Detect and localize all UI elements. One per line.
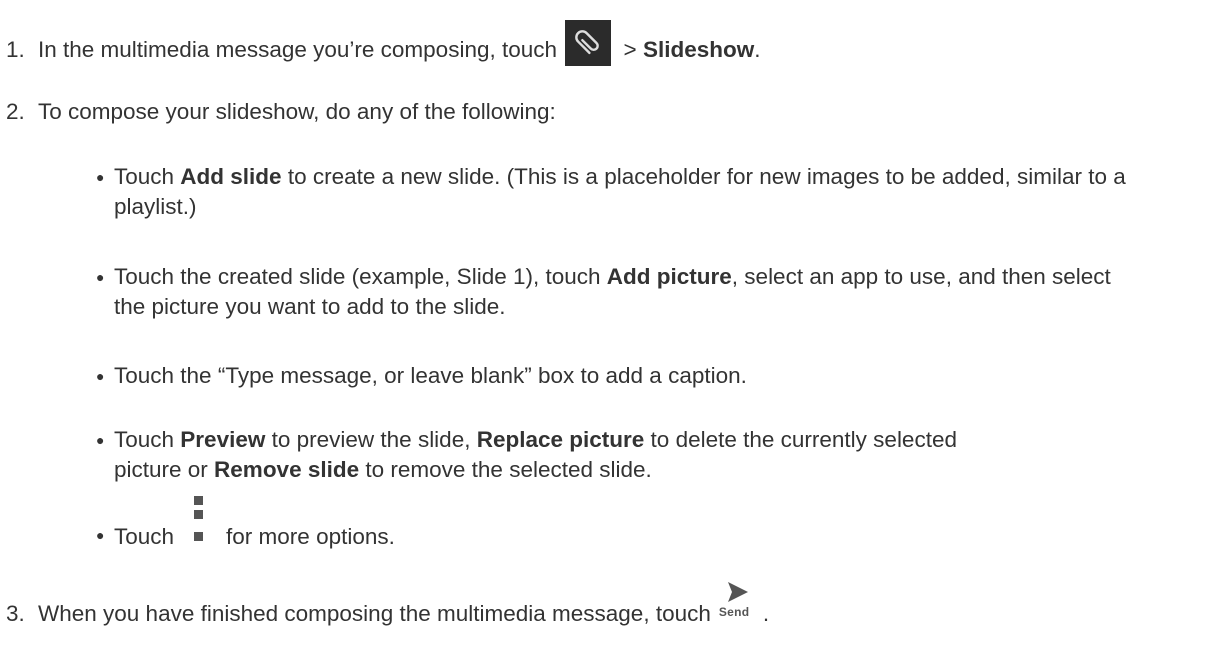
text-segment: Touch (114, 164, 181, 189)
bullet-text: Touch the created slide (example, Slide … (114, 262, 1121, 322)
text-segment: Touch the created slide (example, Slide … (114, 264, 607, 289)
remove-slide-label: Remove slide (214, 457, 360, 482)
replace-picture-label: Replace picture (476, 427, 645, 452)
step-number: 2. (6, 99, 25, 124)
step-end: . (762, 601, 770, 626)
bullet-text: Touch for more options. (114, 488, 1211, 552)
preview-label: Preview (180, 427, 266, 452)
text-segment: to preview the slide, (265, 427, 477, 452)
step-text-separator: > (617, 36, 643, 62)
add-slide-label: Add slide (180, 164, 282, 189)
more-options-dot (194, 496, 204, 505)
bullet-text: Touch Preview to preview the slide, Repl… (114, 425, 1001, 485)
step-text: In the multimedia message you’re composi… (38, 36, 558, 62)
bullet-text: Touch the “Type message, or leave blank”… (114, 363, 747, 388)
bullet-dot: ● (96, 269, 105, 285)
paperclip-icon (565, 20, 612, 66)
add-picture-label: Add picture (606, 264, 732, 289)
step-end: . (754, 36, 761, 62)
more-options-icon (178, 488, 220, 552)
text-segment: Touch (114, 524, 175, 549)
text-segment: Touch (114, 427, 181, 452)
send-icon: Send (717, 580, 761, 628)
text-segment: to remove the selected slide. (359, 457, 652, 482)
slideshow-label: Slideshow (642, 36, 755, 62)
bullet-dot: ● (96, 368, 105, 384)
step-text: When you have finished composing the mul… (38, 601, 711, 626)
step-2: 2. To compose your slideshow, do any of t… (6, 98, 556, 126)
more-options-dot (194, 510, 204, 519)
send-label: Send (718, 605, 750, 619)
step-number: 3. (6, 601, 25, 626)
step-3: 3. When you have finished composing the m… (6, 580, 769, 628)
step-text: To compose your slideshow, do any of the… (38, 99, 556, 124)
bullet-dot: ● (96, 432, 105, 448)
more-options-dot (194, 532, 204, 541)
bullet-text: Touch Add slide to create a new slide. (… (114, 162, 1211, 222)
step-number: 1. (6, 36, 25, 62)
bullet-dot: ● (96, 169, 105, 185)
step-1: 1. In the multimedia message you’re compo… (6, 20, 761, 74)
text-segment: for more options. (226, 524, 395, 549)
bullet-dot: ● (96, 527, 105, 543)
